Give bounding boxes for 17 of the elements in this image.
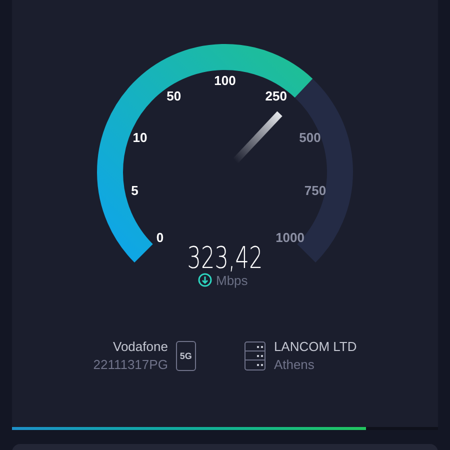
server-icon <box>244 341 266 371</box>
gauge-tick-label: 5 <box>131 182 138 198</box>
network-label: 5G <box>180 352 192 360</box>
gauge-tick-label: 100 <box>214 73 236 88</box>
gauge-tick-label: 1000 <box>276 230 305 246</box>
gauge-tick-label: 750 <box>304 182 326 198</box>
server-name: LANCOM LTD <box>274 338 357 356</box>
gauge-tick-label: 500 <box>299 130 321 145</box>
gauge-tick-label: 0 <box>156 230 164 246</box>
download-icon <box>198 273 212 287</box>
gauge-needle <box>232 111 282 164</box>
gauge-tick-label: 10 <box>132 130 148 145</box>
provider-id: 22111317PG <box>93 356 168 374</box>
provider-name: Vodafone <box>112 338 168 356</box>
gauge-tick-label: 50 <box>166 88 182 104</box>
gauge-tick-label: 250 <box>265 88 287 104</box>
server-city: Athens <box>274 356 316 374</box>
